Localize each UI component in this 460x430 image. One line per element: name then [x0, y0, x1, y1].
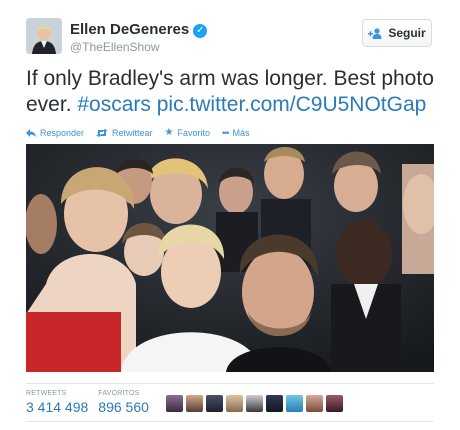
tweet-photo[interactable] — [26, 144, 434, 372]
retweet-icon — [96, 129, 109, 137]
favoriter-avatar[interactable] — [326, 395, 343, 412]
retweet-label: Retwittear — [112, 128, 153, 138]
star-icon: ★ — [164, 127, 174, 138]
retweets-label: RETWEETS — [26, 390, 67, 397]
profile-avatar[interactable] — [26, 18, 62, 54]
follow-button[interactable]: Seguir — [362, 19, 432, 47]
favoriter-avatar[interactable] — [186, 395, 203, 412]
tweet-stats: RETWEETS 3 414 498 FAVORITOS 896 560 — [26, 390, 159, 415]
add-user-icon — [368, 27, 382, 39]
retweets-stat[interactable]: RETWEETS 3 414 498 — [26, 390, 88, 415]
more-dots-icon: ••• — [222, 128, 230, 138]
favorites-count: 896 560 — [98, 399, 149, 415]
favoriter-avatar[interactable] — [166, 395, 183, 412]
more-label: Más — [232, 128, 250, 138]
bottom-divider — [26, 421, 434, 422]
favorites-stat[interactable]: FAVORITOS 896 560 — [98, 390, 149, 415]
favoriter-avatar[interactable] — [206, 395, 223, 412]
favoriter-avatar[interactable] — [286, 395, 303, 412]
tweet-text: If only Bradley's arm was longer. Best p… — [26, 66, 446, 118]
stats-divider — [26, 383, 434, 384]
reply-label: Responder — [40, 128, 85, 138]
tweet-card: Ellen DeGeneres ✓ @TheEllenShow Seguir If… — [0, 0, 460, 430]
tweet-actions: Responder Retwittear ★ Favorito ••• Más — [26, 126, 262, 140]
favoriter-avatar[interactable] — [266, 395, 283, 412]
user-handle[interactable]: @TheEllenShow — [70, 40, 160, 54]
retweets-count: 3 414 498 — [26, 399, 89, 415]
favoriter-avatar[interactable] — [306, 395, 323, 412]
user-name-text[interactable]: Ellen DeGeneres — [70, 21, 189, 38]
favorites-label: FAVORITOS — [98, 390, 140, 397]
favoriter-avatar[interactable] — [226, 395, 243, 412]
favoriter-avatar[interactable] — [246, 395, 263, 412]
hashtag-link[interactable]: #oscars — [77, 93, 151, 116]
more-button[interactable]: ••• Más — [222, 128, 249, 138]
user-name[interactable]: Ellen DeGeneres ✓ — [70, 21, 208, 38]
favorite-button[interactable]: ★ Favorito — [164, 127, 211, 139]
reply-button[interactable]: Responder — [26, 128, 84, 138]
favoriters-avatars — [166, 395, 343, 412]
photo-link[interactable]: pic.twitter.com/C9U5NOtGap — [157, 93, 427, 116]
favorite-label: Favorito — [177, 128, 211, 138]
verified-badge-icon: ✓ — [193, 24, 208, 38]
follow-button-label: Seguir — [388, 26, 426, 40]
retweet-button[interactable]: Retwittear — [96, 128, 153, 138]
reply-icon — [26, 129, 36, 137]
